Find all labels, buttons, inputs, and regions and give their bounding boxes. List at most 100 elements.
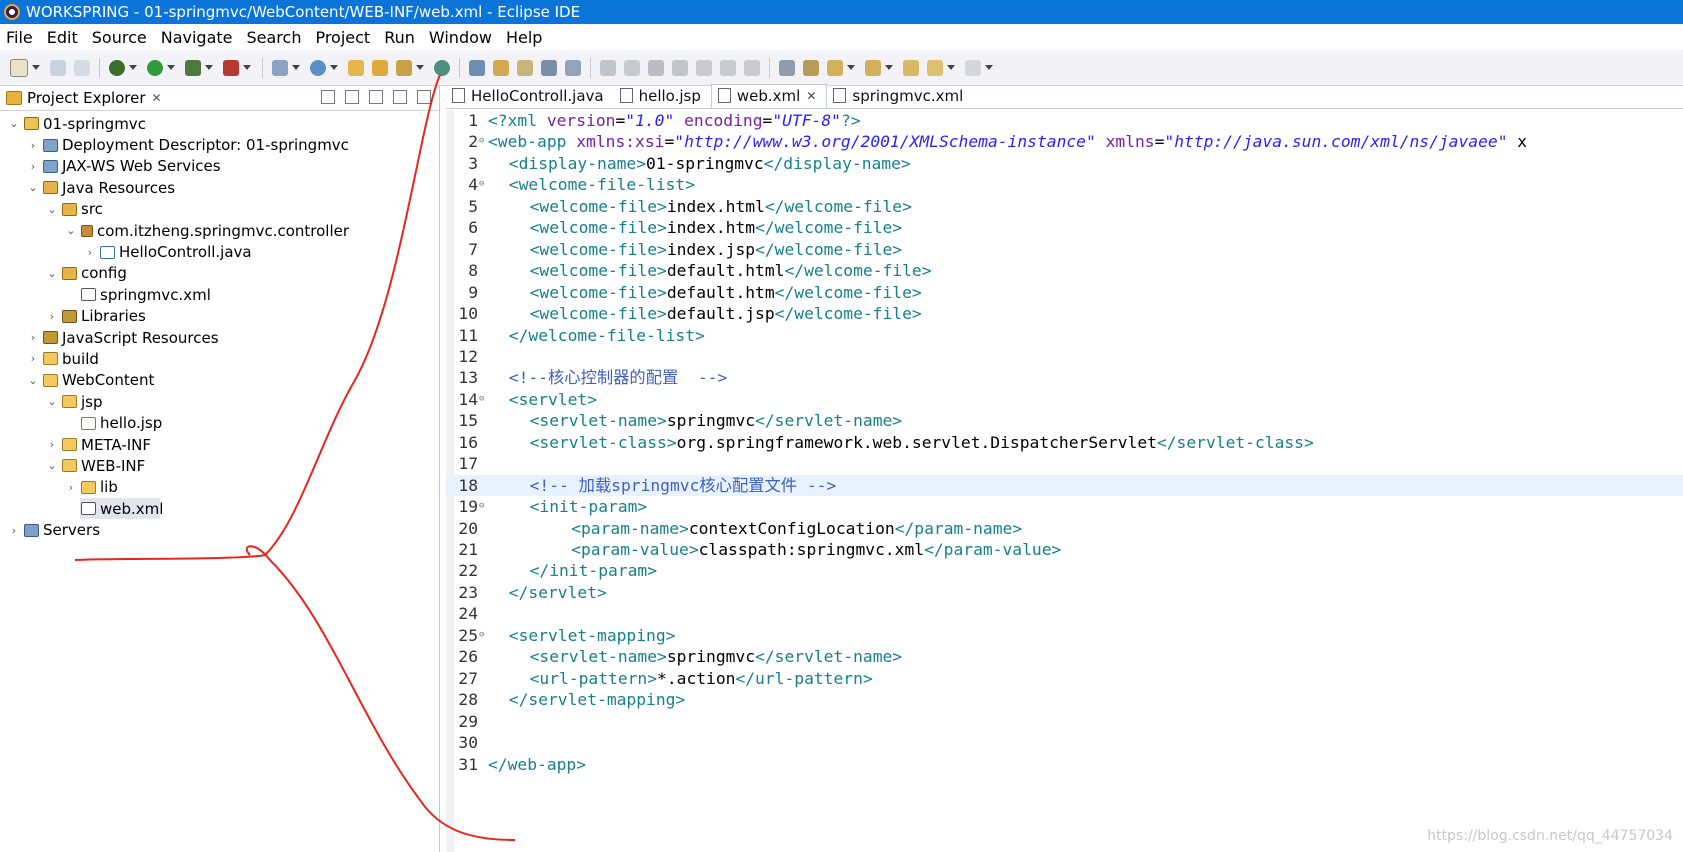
code-line[interactable]: 3 <display-name>01-springmvc</display-nam… [446,153,1683,174]
new-java-project-dropdown-icon[interactable] [330,65,338,70]
code-line[interactable]: 19 ⊖ <init-param> [446,496,1683,517]
menu-run[interactable]: Run [384,28,415,47]
menu-help[interactable]: Help [506,28,542,47]
editor-tab[interactable]: springmvc.xml [827,85,973,108]
close-icon[interactable]: ✕ [152,91,162,105]
new-java-project-icon[interactable] [310,59,326,76]
tree-item[interactable]: › JAX-WS Web Services [0,156,439,177]
run-server-dropdown-icon[interactable] [205,65,213,70]
code-line[interactable]: 25 ⊖ <servlet-mapping> [446,625,1683,646]
collapse-all-icon[interactable] [321,90,335,104]
toggle-mark-icon[interactable] [517,59,533,76]
run-icon[interactable] [147,59,163,76]
code-line[interactable]: 11 </welcome-file-list> [446,325,1683,346]
skip-breakpoints-icon[interactable] [565,59,581,76]
task-list-icon[interactable] [779,59,795,76]
terminate-icon[interactable] [648,59,664,76]
forward-icon[interactable] [965,59,981,76]
chevron-down-icon[interactable]: ⌄ [44,459,60,472]
tree-item[interactable]: hello.jsp [0,412,439,433]
chevron-right-icon[interactable]: › [25,352,41,365]
search-icon[interactable] [396,59,412,76]
code-line[interactable]: 13 <!--核心控制器的配置 --> [446,367,1683,388]
step-return-icon[interactable] [744,59,760,76]
new-dropdown-icon[interactable] [32,65,40,70]
chevron-down-icon[interactable]: ⌄ [44,203,60,216]
tree-item[interactable]: › build [0,348,439,369]
tree-item[interactable]: › Deployment Descriptor: 01-springmvc [0,134,439,155]
code-line[interactable]: 17 [446,453,1683,474]
resume-icon[interactable] [600,59,616,76]
open-type-icon[interactable] [348,59,364,76]
last-edit-location-icon[interactable] [903,59,919,76]
tree-item[interactable]: web.xml [0,498,439,520]
open-folder-icon[interactable] [372,59,388,76]
previous-annotation-icon[interactable] [865,59,881,76]
new-server-dropdown-icon[interactable] [292,65,300,70]
chevron-down-icon[interactable]: ⌄ [6,117,22,130]
save-all-icon[interactable] [74,59,90,76]
external-tools-icon[interactable] [223,59,239,76]
step-over-icon[interactable] [720,59,736,76]
menu-source[interactable]: Source [92,28,147,47]
search-dropdown-icon[interactable] [416,65,424,70]
tree-item[interactable]: › JavaScript Resources [0,327,439,348]
code-line[interactable]: 28 </servlet-mapping> [446,689,1683,710]
chevron-right-icon[interactable]: › [25,139,41,152]
code-line[interactable]: 18 <!-- 加载springmvc核心配置文件 --> [446,474,1683,497]
back-dropdown-icon[interactable] [947,65,955,70]
link-with-editor-icon[interactable] [345,90,359,104]
tree-item[interactable]: › lib [0,477,439,498]
editor-tab[interactable]: web.xml ✕ [710,84,828,108]
code-line[interactable]: 10 <welcome-file>default.jsp</welcome-fil… [446,303,1683,324]
disconnect-icon[interactable] [672,59,688,76]
run-server-icon[interactable] [185,59,201,76]
fold-toggle-icon[interactable]: ⊖ [479,131,484,152]
code-line[interactable]: 23 </servlet> [446,582,1683,603]
next-annotation-icon[interactable] [827,59,843,76]
next-annotation-dropdown-icon[interactable] [847,65,855,70]
code-line[interactable]: 26 <servlet-name>springmvc</servlet-name> [446,646,1683,667]
new-icon[interactable] [10,58,28,77]
fold-toggle-icon[interactable]: ⊖ [479,389,484,410]
code-line[interactable]: 24 [446,603,1683,624]
chevron-down-icon[interactable]: ⌄ [63,224,79,237]
code-line[interactable]: 15 <servlet-name>springmvc</servlet-name> [446,410,1683,431]
menu-search[interactable]: Search [246,28,301,47]
fold-toggle-icon[interactable]: ⊖ [479,174,484,195]
tree-item[interactable]: ⌄ src [0,199,439,220]
debug-icon[interactable] [109,59,125,76]
menu-edit[interactable]: Edit [47,28,78,47]
menu-navigate[interactable]: Navigate [161,28,233,47]
fold-toggle-icon[interactable]: ⊖ [479,625,484,646]
code-line[interactable]: 9 <welcome-file>default.htm</welcome-file… [446,282,1683,303]
tree-item[interactable]: › Libraries [0,306,439,327]
code-line[interactable]: 27 <url-pattern>*.action</url-pattern> [446,668,1683,689]
tree-item[interactable]: ⌄ WebContent [0,370,439,391]
save-icon[interactable] [50,59,66,76]
chevron-right-icon[interactable]: › [63,481,79,494]
project-explorer-tab[interactable]: Project Explorer ✕ [0,86,439,111]
run-dropdown-icon[interactable] [167,65,175,70]
console-icon[interactable] [541,59,557,76]
code-editor[interactable]: 1 <?xml version="1.0" encoding="UTF-8"?> 2… [446,110,1683,852]
external-tools-dropdown-icon[interactable] [243,65,251,70]
previous-annotation-dropdown-icon[interactable] [885,65,893,70]
maximize-icon[interactable] [417,90,431,104]
minimize-icon[interactable] [393,90,407,104]
tree-item[interactable]: ⌄ jsp [0,391,439,412]
editor-tab[interactable]: HelloControll.java [446,85,614,108]
chevron-down-icon[interactable]: ⌄ [44,395,60,408]
debug-dropdown-icon[interactable] [129,65,137,70]
code-line[interactable]: 20 <param-name>contextConfigLocation</par… [446,518,1683,539]
editor-tab[interactable]: hello.jsp [614,85,711,108]
web-browser-icon[interactable] [434,59,450,76]
chevron-right-icon[interactable]: › [44,438,60,451]
forward-dropdown-icon[interactable] [985,65,993,70]
chevron-right-icon[interactable]: › [25,160,41,173]
code-line[interactable]: 29 [446,711,1683,732]
code-line[interactable]: 1 <?xml version="1.0" encoding="UTF-8"?> [446,110,1683,131]
chevron-down-icon[interactable]: ⌄ [44,267,60,280]
view-menu-icon[interactable] [369,90,383,104]
tree-item[interactable]: ⌄ Java Resources [0,177,439,198]
